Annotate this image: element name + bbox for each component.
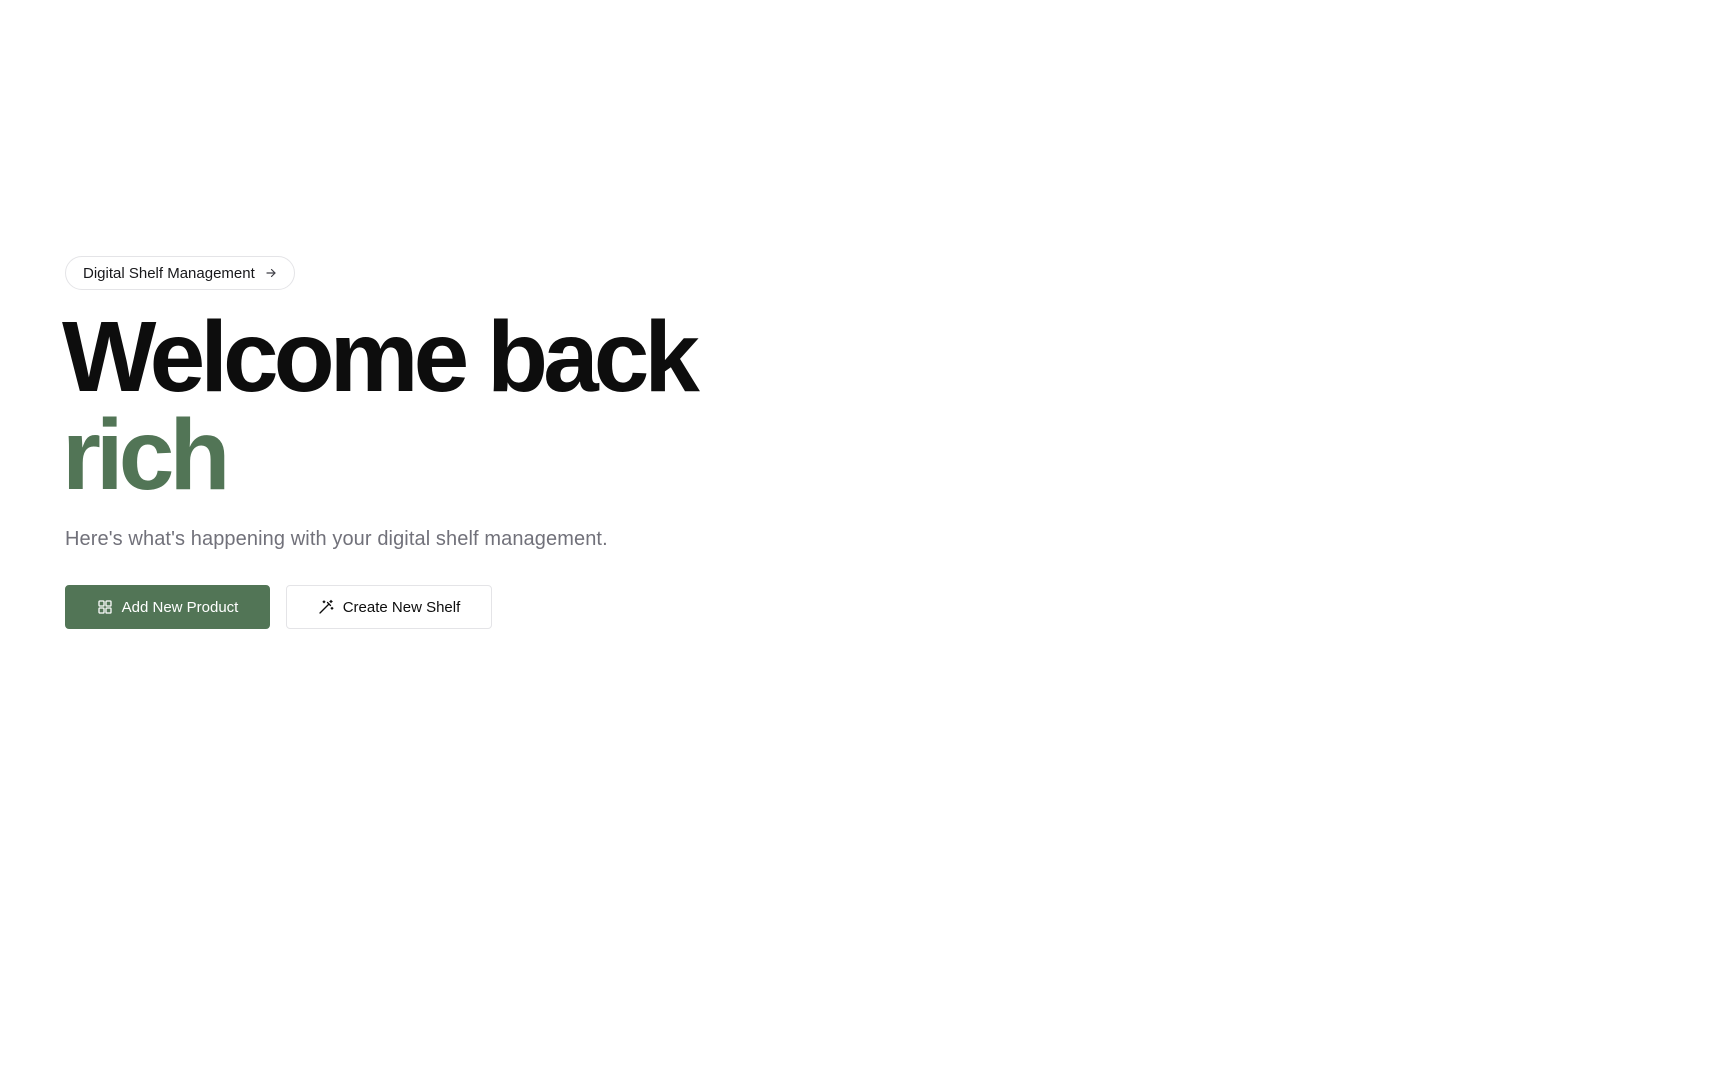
hero-section: Digital Shelf Management Welcome back ri… bbox=[62, 256, 965, 629]
add-new-product-label: Add New Product bbox=[121, 598, 239, 616]
grid-icon bbox=[97, 599, 113, 615]
action-buttons: Add New Product Create New Shelf bbox=[65, 585, 965, 629]
arrow-right-icon bbox=[265, 267, 277, 279]
magic-wand-icon bbox=[318, 599, 334, 615]
welcome-text: Welcome back bbox=[62, 301, 700, 413]
create-new-shelf-button[interactable]: Create New Shelf bbox=[286, 585, 492, 629]
user-name: rich bbox=[62, 399, 230, 511]
create-new-shelf-label: Create New Shelf bbox=[342, 598, 461, 616]
page-subtitle: Here's what's happening with your digita… bbox=[65, 528, 608, 550]
section-badge-link[interactable]: Digital Shelf Management bbox=[65, 256, 295, 290]
badge-label: Digital Shelf Management bbox=[83, 264, 255, 282]
add-new-product-button[interactable]: Add New Product bbox=[65, 585, 270, 629]
page-title: Welcome back rich bbox=[62, 301, 965, 511]
